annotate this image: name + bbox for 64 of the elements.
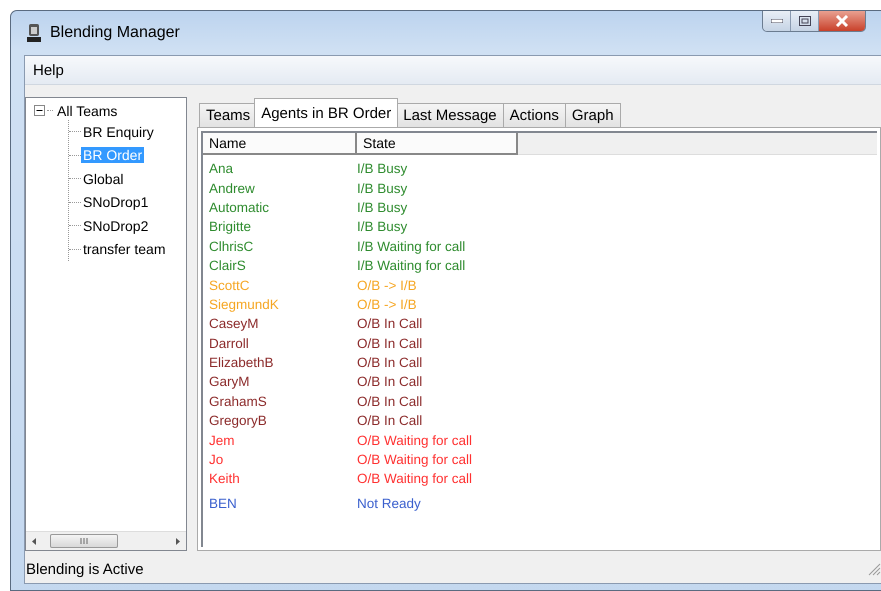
agent-state: O/B Waiting for call	[357, 471, 472, 486]
scroll-left-icon[interactable]	[32, 538, 36, 544]
agent-name: Keith	[208, 471, 241, 486]
agent-name: ClairS	[208, 258, 247, 274]
agent-name: Brigitte	[208, 219, 252, 234]
close-icon	[834, 15, 850, 27]
scrollbar-thumb[interactable]	[50, 534, 118, 548]
agent-state: O/B In Call	[357, 374, 422, 390]
agent-name: CaseyM	[208, 316, 260, 332]
agent-state: O/B Waiting for call	[357, 432, 472, 448]
close-button[interactable]	[819, 11, 865, 31]
agent-state: O/B In Call	[357, 336, 422, 351]
agent-state: I/B Busy	[357, 180, 408, 196]
agent-name: ScottC	[208, 278, 251, 293]
tab[interactable]: Actions	[502, 103, 566, 127]
agent-state: O/B In Call	[357, 394, 422, 409]
agent-state: I/B Busy	[357, 219, 408, 234]
agent-state: O/B -> I/B	[357, 296, 417, 312]
agent-name: Darroll	[208, 336, 250, 351]
agent-state: I/B Waiting for call	[357, 258, 466, 274]
agent-name: Jem	[208, 432, 236, 448]
tab[interactable]: Graph	[564, 103, 621, 127]
agent-name: Ana	[208, 161, 234, 176]
tree-item[interactable]: BR Enquiry	[81, 124, 156, 140]
status-text: Blending is Active	[26, 560, 144, 578]
agent-name: GrahamS	[208, 394, 268, 409]
agent-name: Andrew	[208, 180, 256, 196]
agent-name: Automatic	[208, 200, 270, 215]
agent-state: O/B -> I/B	[357, 278, 417, 293]
tree-item[interactable]: Global	[81, 170, 126, 187]
agent-name: BEN	[208, 496, 238, 511]
column-header[interactable]: Name	[203, 133, 357, 155]
window-title: Blending Manager	[50, 24, 180, 42]
menu-item[interactable]: Help	[25, 62, 72, 78]
resize-grip-icon[interactable]	[867, 562, 881, 576]
app-icon	[26, 23, 42, 43]
tab[interactable]: Last Message	[396, 103, 504, 127]
agent-state: I/B Busy	[357, 161, 408, 176]
scroll-right-icon[interactable]	[176, 538, 180, 544]
agent-state: O/B Waiting for call	[357, 452, 472, 468]
minimize-icon	[770, 19, 782, 23]
agent-name: ClhrisC	[208, 238, 254, 254]
maximize-button[interactable]	[791, 11, 819, 31]
tree-item[interactable]: SNoDrop2	[81, 218, 150, 234]
agent-state: O/B In Call	[357, 413, 422, 428]
agent-name: ElizabethB	[208, 355, 275, 370]
minimize-button[interactable]	[763, 11, 791, 31]
agent-name: GaryM	[208, 374, 250, 390]
agent-state: Not Ready	[357, 496, 421, 511]
agent-name: GregoryB	[208, 413, 268, 428]
maximize-icon	[798, 16, 810, 26]
agent-state: I/B Busy	[357, 200, 408, 215]
tree-item[interactable]: transfer team	[81, 241, 168, 258]
agent-name: Jo	[208, 452, 224, 468]
tree-item[interactable]: All Teams	[55, 102, 120, 118]
column-header[interactable]: State	[357, 133, 518, 155]
agent-name: SiegmundK	[208, 296, 280, 312]
tree-item[interactable]: SNoDrop1	[81, 194, 150, 210]
agent-state: O/B In Call	[357, 355, 422, 370]
grip-icon	[80, 538, 88, 544]
collapse-icon[interactable]	[34, 105, 45, 116]
agent-state: O/B In Call	[357, 316, 422, 332]
agent-state: I/B Waiting for call	[357, 238, 466, 254]
tab[interactable]: Agents in BR Order	[254, 98, 398, 127]
